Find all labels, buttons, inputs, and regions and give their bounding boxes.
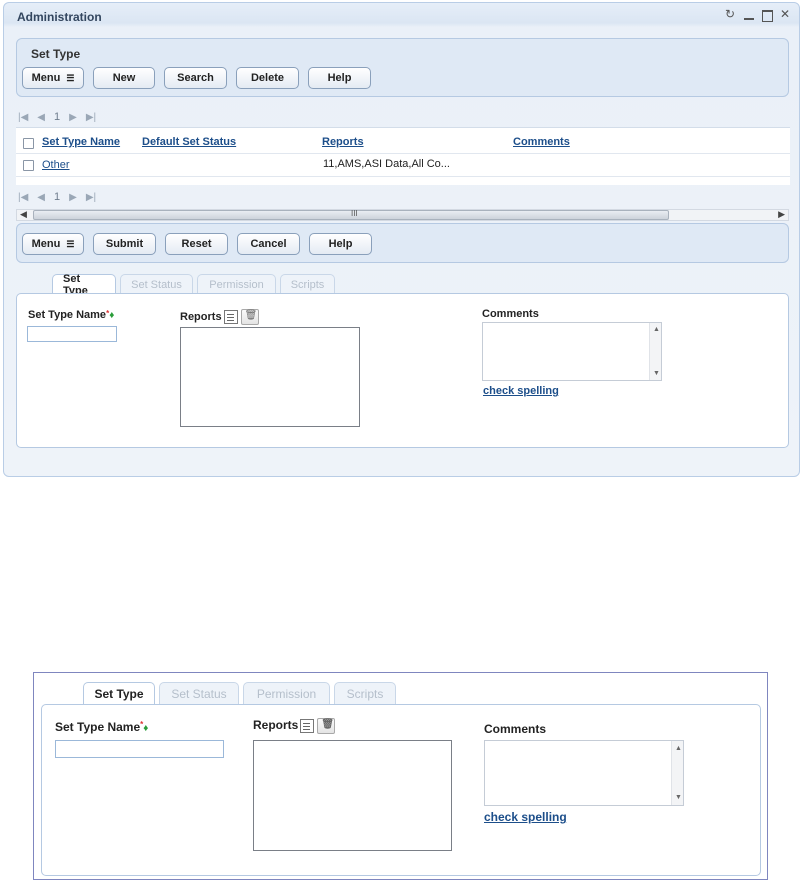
close-icon[interactable] (779, 7, 791, 21)
set-type-name-label: Set Type Name*♦ (55, 720, 148, 734)
help-button[interactable]: Help (309, 233, 372, 255)
required-diamond-icon: ♦ (109, 310, 115, 321)
next-page-icon[interactable]: ▶ (69, 112, 77, 123)
row-checkbox[interactable] (23, 160, 34, 171)
tab-bar: Set Type Set Status Permission Scripts (52, 273, 335, 297)
reset-button[interactable]: Reset (165, 233, 228, 255)
tab-scripts[interactable]: Scripts (334, 682, 396, 705)
reports-label: Reports (253, 718, 336, 734)
menu-caret-icon: ☰ (66, 238, 75, 249)
tab-scripts[interactable]: Scripts (280, 274, 335, 294)
tab-permission[interactable]: Permission (243, 682, 330, 705)
set-type-name-input[interactable] (27, 326, 117, 342)
check-spelling-link[interactable]: check spelling (483, 385, 559, 397)
last-page-icon[interactable]: ▶| (86, 192, 96, 203)
zoomed-form-view: Set Type Set Status Permission Scripts S… (33, 672, 768, 880)
scroll-right-icon[interactable]: ▶ (778, 209, 785, 220)
page-number: 1 (54, 111, 61, 123)
required-diamond-icon: ♦ (143, 723, 149, 734)
menu-caret-icon: ☰ (66, 72, 75, 83)
scroll-down-icon[interactable]: ▼ (675, 794, 682, 801)
comments-scrollbar[interactable]: ▲ ▼ (649, 323, 661, 380)
minimize-icon[interactable] (743, 9, 755, 21)
reports-list[interactable] (253, 740, 452, 851)
scroll-up-icon[interactable]: ▲ (653, 326, 660, 333)
menu-button-label: Menu (31, 72, 61, 84)
search-button[interactable]: Search (164, 67, 227, 89)
grip-icon: III (351, 209, 358, 218)
reports-label-text: Reports (253, 718, 299, 733)
reports-list[interactable] (180, 327, 360, 427)
set-type-toolbar-panel: Set Type Menu ☰ New Search Delete Help (16, 38, 789, 97)
administration-window: Administration Set Type Menu ☰ New Search… (3, 2, 800, 477)
header-default-set-status[interactable]: Default Set Status (142, 136, 236, 148)
set-type-name-input[interactable] (55, 740, 224, 758)
maximize-icon[interactable] (761, 9, 773, 22)
tab-set-status[interactable]: Set Status (159, 682, 239, 705)
delete-reports-icon[interactable] (240, 309, 259, 325)
pager-top: |◀ ◀ 1 ▶ ▶| (18, 111, 96, 123)
check-spelling-link[interactable]: check spelling (484, 810, 567, 824)
scroll-left-icon[interactable]: ◀ (20, 209, 27, 220)
header-reports[interactable]: Reports (322, 136, 364, 148)
comments-scrollbar[interactable]: ▲ ▼ (671, 741, 683, 805)
comments-textarea[interactable]: ▲ ▼ (484, 740, 684, 806)
tab-set-status[interactable]: Set Status (120, 274, 193, 294)
edit-toolbar-panel: Menu ☰ Submit Reset Cancel Help (16, 223, 789, 263)
refresh-icon[interactable] (725, 7, 737, 21)
edit-reports-icon[interactable] (223, 310, 238, 324)
set-type-form: Set Type Name*♦ Reports Comments ▲ ▼ che… (16, 293, 789, 448)
reports-label-text: Reports (180, 310, 222, 323)
comments-label: Comments (482, 308, 539, 320)
row-reports: 11,AMS,ASI Data,All Co... (323, 158, 450, 170)
comments-textarea[interactable]: ▲ ▼ (482, 322, 662, 381)
select-all-checkbox[interactable] (23, 138, 34, 149)
first-page-icon[interactable]: |◀ (18, 192, 28, 203)
grid-header-row: Set Type Name Default Set Status Reports… (16, 132, 790, 154)
page-number: 1 (54, 191, 61, 203)
help-button[interactable]: Help (308, 67, 371, 89)
set-type-name-label-text: Set Type Name (55, 720, 141, 734)
scroll-up-icon[interactable]: ▲ (675, 745, 682, 752)
edit-reports-icon[interactable] (300, 719, 315, 733)
tab-set-type[interactable]: Set Type (52, 273, 116, 297)
new-button[interactable]: New (93, 67, 155, 89)
scroll-thumb[interactable]: III (33, 209, 669, 220)
delete-button[interactable]: Delete (236, 67, 299, 89)
header-set-type-name[interactable]: Set Type Name (42, 136, 120, 148)
reports-label: Reports (180, 309, 259, 325)
cancel-button[interactable]: Cancel (237, 233, 300, 255)
pager-bottom: |◀ ◀ 1 ▶ ▶| (18, 191, 96, 203)
set-type-name-label: Set Type Name*♦ (28, 309, 114, 321)
window-title: Administration (17, 10, 102, 24)
set-type-name-label-text: Set Type Name (28, 309, 107, 321)
set-type-form-zoomed: Set Type Name*♦ Reports Comments ▲ ▼ che… (41, 704, 761, 876)
prev-page-icon[interactable]: ◀ (37, 192, 45, 203)
menu-button[interactable]: Menu ☰ (22, 67, 84, 89)
tab-set-type[interactable]: Set Type (83, 682, 155, 705)
comments-label: Comments (484, 722, 547, 736)
next-page-icon[interactable]: ▶ (69, 192, 77, 203)
menu-button[interactable]: Menu ☰ (22, 233, 84, 255)
tab-permission[interactable]: Permission (197, 274, 276, 294)
delete-reports-icon[interactable] (317, 718, 336, 734)
menu-button-label: Menu (31, 238, 61, 250)
table-row[interactable]: Other 11,AMS,ASI Data,All Co... (16, 155, 790, 177)
first-page-icon[interactable]: |◀ (18, 112, 28, 123)
scroll-down-icon[interactable]: ▼ (653, 370, 660, 377)
window-controls (725, 7, 791, 22)
panel-title: Set Type (31, 47, 81, 61)
header-comments[interactable]: Comments (513, 136, 570, 148)
tab-bar-zoomed: Set Type Set Status Permission Scripts (83, 682, 396, 705)
last-page-icon[interactable]: ▶| (86, 112, 96, 123)
set-type-grid: Set Type Name Default Set Status Reports… (16, 127, 790, 185)
row-set-type-name[interactable]: Other (42, 159, 70, 171)
horizontal-scrollbar[interactable]: ◀ III ▶ (16, 209, 789, 221)
submit-button[interactable]: Submit (93, 233, 156, 255)
prev-page-icon[interactable]: ◀ (37, 112, 45, 123)
